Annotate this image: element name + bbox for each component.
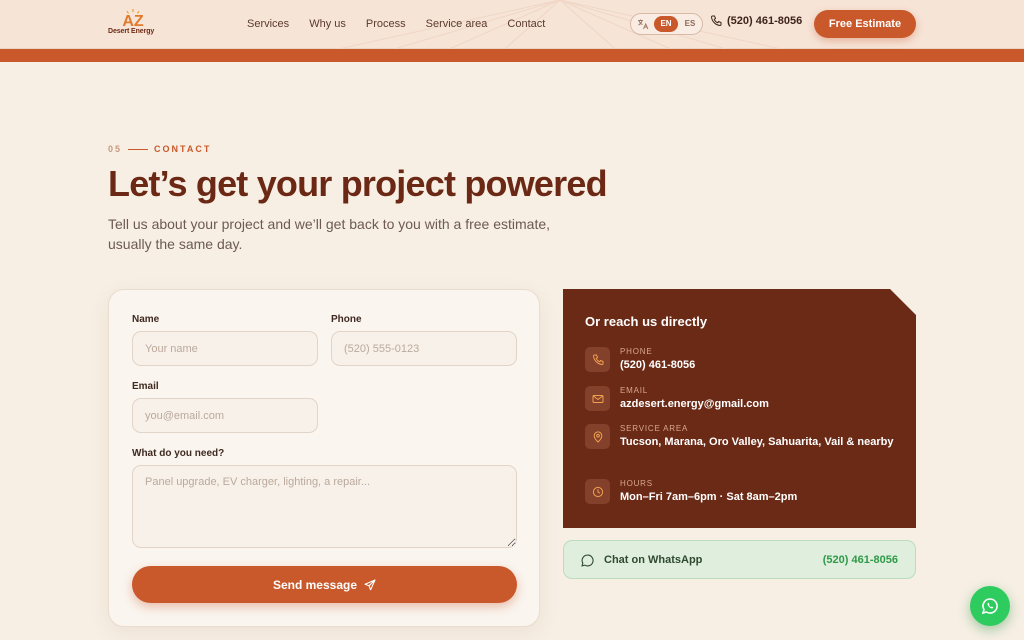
contact-area-value: Tucson, Marana, Oro Valley, Sahuarita, V…: [620, 436, 894, 448]
lang-es[interactable]: ES: [678, 16, 702, 32]
whatsapp-label: Chat on WhatsApp: [604, 554, 703, 566]
contact-hours-icon-box: [585, 479, 610, 504]
phone-label: Phone: [331, 314, 362, 325]
page-title: Let’s get your project powered: [108, 163, 608, 204]
header-phone-link[interactable]: (520) 461-8056: [710, 15, 802, 27]
contact-area-icon-box: [585, 424, 610, 449]
send-icon: [364, 578, 376, 590]
free-estimate-button[interactable]: Free Estimate: [814, 10, 916, 38]
mail-icon: [592, 394, 603, 403]
header-accent-bar: [0, 49, 1024, 62]
contact-email-row[interactable]: EMAIL azdesert.energy@gmail.com: [585, 386, 895, 416]
header-phone-number: (520) 461-8056: [727, 15, 803, 27]
brand-logo[interactable]: AZ Desert Energy: [108, 8, 158, 38]
whatsapp-icon: [581, 554, 594, 567]
contact-email-label: EMAIL: [620, 386, 649, 395]
page-subtitle: Tell us about your project and we’ll get…: [108, 216, 551, 252]
clock-icon: [592, 486, 603, 497]
contact-form: Name Phone Email What do you need? Send …: [108, 289, 540, 627]
nav-process[interactable]: Process: [366, 17, 406, 31]
contact-hours-row: HOURS Mon–Fri 7am–6pm · Sat 8am–2pm: [585, 479, 895, 509]
whatsapp-chat-button[interactable]: Chat on WhatsApp (520) 461-8056: [563, 540, 916, 579]
contact-hours-label: HOURS: [620, 479, 653, 488]
send-message-button[interactable]: Send message: [132, 566, 517, 603]
nav-why-us[interactable]: Why us: [309, 17, 346, 31]
name-input[interactable]: [132, 331, 318, 366]
map-pin-icon: [593, 430, 602, 443]
email-label: Email: [132, 381, 159, 392]
section-label: CONTACT: [154, 144, 212, 154]
contact-phone-icon-box: [585, 347, 610, 372]
contact-card-title: Or reach us directly: [585, 314, 708, 329]
nav-service-area[interactable]: Service area: [426, 17, 488, 31]
whatsapp-floating-button[interactable]: [970, 586, 1010, 626]
phone-icon: [592, 354, 603, 365]
email-input[interactable]: [132, 398, 318, 433]
phone-icon: [710, 15, 722, 27]
section-number: 05: [108, 144, 123, 154]
nav-services[interactable]: Services: [247, 17, 289, 31]
contact-phone-row[interactable]: PHONE (520) 461-8056: [585, 347, 895, 377]
contact-info-card: Or reach us directly PHONE (520) 461-805…: [563, 289, 916, 528]
whatsapp-phone: (520) 461-8056: [822, 554, 898, 566]
nav-contact[interactable]: Contact: [507, 17, 545, 31]
contact-phone-label: PHONE: [620, 347, 653, 356]
name-label: Name: [132, 314, 160, 325]
contact-area-row: SERVICE AREA Tucson, Marana, Oro Valley,…: [585, 424, 895, 468]
contact-hours-value: Mon–Fri 7am–6pm · Sat 8am–2pm: [620, 491, 798, 503]
svg-text:AZ: AZ: [122, 13, 144, 28]
need-label: What do you need?: [132, 448, 225, 459]
translate-icon: [638, 19, 649, 30]
section-eyebrow: 05 CONTACT: [108, 144, 211, 154]
contact-email-value: azdesert.energy@gmail.com: [620, 398, 769, 410]
contact-email-icon-box: [585, 386, 610, 411]
contact-area-label: SERVICE AREA: [620, 424, 689, 433]
phone-input[interactable]: [331, 331, 517, 366]
contact-phone-value: (520) 461-8056: [620, 359, 696, 371]
eyebrow-divider: [128, 148, 149, 150]
lang-en[interactable]: EN: [654, 16, 678, 32]
language-switcher: EN ES: [630, 13, 703, 35]
whatsapp-icon: [981, 598, 998, 615]
need-textarea[interactable]: [132, 465, 517, 548]
main-nav: Services Why us Process Service area Con…: [247, 17, 565, 31]
az-sun-logo-icon: AZ: [122, 9, 144, 28]
send-message-label: Send message: [272, 577, 358, 592]
brand-name: Desert Energy: [108, 28, 155, 35]
